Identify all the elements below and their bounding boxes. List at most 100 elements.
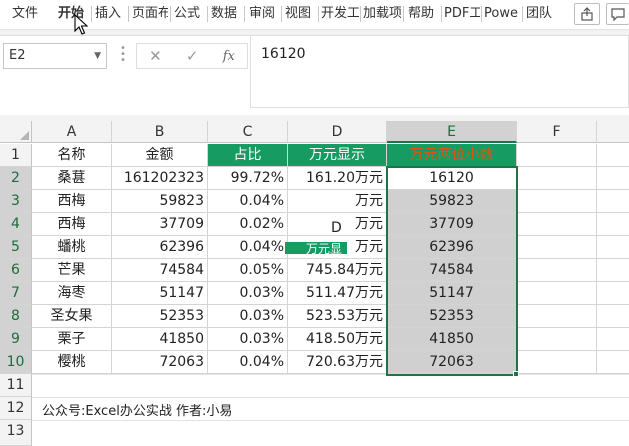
cell-b4[interactable]: 37709 [112,213,208,236]
cell-f4[interactable] [517,213,597,236]
cell-e5[interactable]: 62396 [387,236,517,259]
formula-input[interactable]: 16120 [250,36,629,108]
cancel-icon[interactable]: ✕ [149,47,162,65]
cell-f10[interactable] [517,351,597,374]
cell-b5[interactable]: 62396 [112,236,208,259]
cell-b6[interactable]: 74584 [112,259,208,282]
tab-team[interactable]: 团队 [526,0,556,28]
cell-f9[interactable] [517,328,597,351]
column-header-c[interactable]: C [208,121,288,143]
cell-f7[interactable] [517,282,597,305]
resize-handle-icon[interactable]: • • • [120,44,126,66]
cell-a7[interactable]: 海枣 [32,282,112,305]
cell-a10[interactable]: 樱桃 [32,351,112,374]
insert-function-icon[interactable]: fx [223,49,235,64]
cell-d7[interactable]: 511.47万元 [288,282,387,305]
cell-e9[interactable]: 41850 [387,328,517,351]
cell-g6[interactable] [597,259,629,282]
cell-a6[interactable]: 芒果 [32,259,112,282]
row-header-12[interactable]: 12 [0,397,32,420]
row-header-3[interactable]: 3 [0,190,32,213]
cell-a2[interactable]: 桑葚 [32,167,112,190]
share-button[interactable] [574,3,600,25]
tab-add-ins[interactable]: 加载项 [363,0,401,28]
cell-d6[interactable]: 745.84万元 [288,259,387,282]
cell-c4[interactable]: 0.02% [208,213,288,236]
row-header-4[interactable]: 4 [0,213,32,236]
column-header-e[interactable]: E [387,121,517,143]
tab-help[interactable]: 帮助 [408,0,438,28]
cell-b9[interactable]: 41850 [112,328,208,351]
author-note[interactable]: 公众号:Excel办公实战 作者:小易 [42,400,232,419]
cell-e6[interactable]: 74584 [387,259,517,282]
tab-pdf[interactable]: PDF工 [444,0,480,28]
row-header-9[interactable]: 9 [0,328,32,351]
tab-developer[interactable]: 开发工 [321,0,359,28]
cell-b7[interactable]: 51147 [112,282,208,305]
row-header-1[interactable]: 1 [0,144,32,167]
row-header-7[interactable]: 7 [0,282,32,305]
cell-e8[interactable]: 52353 [387,305,517,328]
cell-a1[interactable]: 名称 [32,144,112,167]
cell-f8[interactable] [517,305,597,328]
cell-d10[interactable]: 720.63万元 [288,351,387,374]
cell-b3[interactable]: 59823 [112,190,208,213]
row-header-6[interactable]: 6 [0,259,32,282]
tab-formulas[interactable]: 公式 [174,0,204,28]
cell-f6[interactable] [517,259,597,282]
cell-c7[interactable]: 0.03% [208,282,288,305]
row-header-11[interactable]: 11 [0,374,32,397]
cell-c9[interactable]: 0.03% [208,328,288,351]
fill-handle[interactable] [513,371,519,377]
row-header-2[interactable]: 2 [0,167,32,190]
cell-b8[interactable]: 52353 [112,305,208,328]
cell-g2[interactable] [597,167,629,190]
cell-c5[interactable]: 0.04% [208,236,288,259]
cell-c8[interactable]: 0.03% [208,305,288,328]
cell-g5[interactable] [597,236,629,259]
name-box[interactable]: E2 ▼ [3,43,107,69]
row-header-10[interactable]: 10 [0,351,32,374]
cell-c6[interactable]: 0.05% [208,259,288,282]
cell-a8[interactable]: 圣女果 [32,305,112,328]
column-header-a[interactable]: A [32,121,112,143]
column-header-g[interactable] [597,121,629,143]
cell-b1[interactable]: 金额 [112,144,208,167]
cell-a3[interactable]: 西梅 [32,190,112,213]
cell-g8[interactable] [597,305,629,328]
tab-page-layout[interactable]: 页面布 [132,0,168,28]
cell-e4[interactable]: 37709 [387,213,517,236]
cell-c1[interactable]: 占比 [208,144,288,167]
column-header-f[interactable]: F [517,121,597,143]
tab-insert[interactable]: 插入 [95,0,125,28]
cell-f3[interactable] [517,190,597,213]
cell-c3[interactable]: 0.04% [208,190,288,213]
tab-file[interactable]: 文件 [12,0,42,28]
cell-e3[interactable]: 59823 [387,190,517,213]
cell-g9[interactable] [597,328,629,351]
chevron-down-icon[interactable]: ▼ [94,44,101,68]
cell-e2[interactable]: 16120 [387,167,517,190]
cell-d2[interactable]: 161.20万元 [288,167,387,190]
cell-a4[interactable]: 西梅 [32,213,112,236]
cell-g1[interactable] [597,144,629,167]
confirm-icon[interactable]: ✓ [186,47,199,65]
cell-d8[interactable]: 523.53万元 [288,305,387,328]
cell-g7[interactable] [597,282,629,305]
column-header-b[interactable]: B [112,121,208,143]
tab-view[interactable]: 视图 [285,0,315,28]
cell-a9[interactable]: 栗子 [32,328,112,351]
cell-d9[interactable]: 418.50万元 [288,328,387,351]
tab-power[interactable]: Powe [484,0,520,28]
column-header-d[interactable]: D [288,121,387,143]
tab-review[interactable]: 审阅 [249,0,279,28]
cell-b10[interactable]: 72063 [112,351,208,374]
cell-g10[interactable] [597,351,629,374]
cell-e10[interactable]: 72063 [387,351,517,374]
tab-data[interactable]: 数据 [211,0,241,28]
row-header-5[interactable]: 5 [0,236,32,259]
cell-g4[interactable] [597,213,629,236]
cell-f1[interactable] [517,144,597,167]
cell-b2[interactable]: 161202323 [112,167,208,190]
cell-c10[interactable]: 0.04% [208,351,288,374]
